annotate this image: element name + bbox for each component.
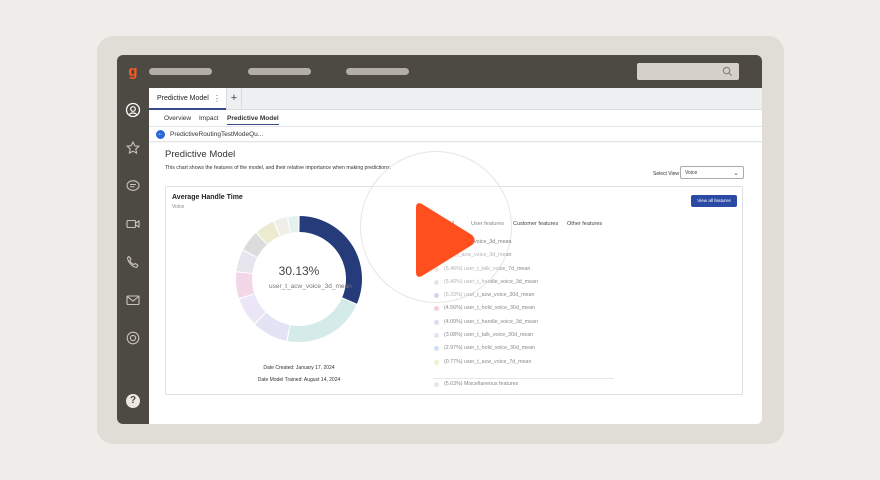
chat-icon[interactable] bbox=[125, 178, 141, 194]
tab-menu-icon[interactable]: ⋮ bbox=[213, 94, 221, 103]
feature-label: (4.56%) user_t_hold_voice_30d_mean bbox=[444, 305, 535, 312]
mail-icon[interactable] bbox=[125, 292, 141, 308]
tab-label: Predictive Model bbox=[157, 95, 209, 102]
feature-color-dot bbox=[434, 359, 439, 365]
feature-tab-other[interactable]: Other features bbox=[567, 221, 602, 227]
donut-center-percent: 30.13% bbox=[278, 264, 320, 278]
select-view-label: Select View bbox=[653, 171, 680, 177]
breadcrumb: ← PredictiveRoutingTestModeQu... bbox=[149, 127, 762, 142]
feature-label: (2.97%) user_t_hold_voice_30d_mean bbox=[444, 345, 535, 352]
add-tab-button[interactable]: + bbox=[226, 88, 242, 110]
phone-icon[interactable] bbox=[125, 254, 141, 270]
top-bar: g bbox=[117, 55, 762, 88]
search-icon bbox=[722, 66, 733, 77]
page-description: This chart shows the features of the mod… bbox=[165, 165, 392, 171]
donut-center-label: user_t_acw_voice_3d_mean bbox=[269, 283, 352, 290]
view-all-features-button[interactable]: View all features bbox=[691, 195, 737, 207]
card-subtitle: Voice bbox=[172, 204, 185, 210]
feature-donut-chart bbox=[236, 216, 362, 342]
subtab-overview[interactable]: Overview bbox=[164, 115, 191, 122]
play-icon[interactable] bbox=[412, 198, 478, 282]
donut-slice[interactable] bbox=[287, 298, 357, 342]
feature-color-dot bbox=[434, 346, 439, 352]
genesys-logo-icon: g bbox=[128, 63, 138, 80]
workspace-tab-bar: Predictive Model ⋮ + bbox=[149, 88, 762, 110]
video-icon[interactable] bbox=[125, 216, 141, 232]
help-button[interactable]: ? bbox=[126, 394, 140, 408]
donut-slice[interactable] bbox=[288, 216, 299, 233]
profile-icon[interactable] bbox=[125, 102, 141, 118]
date-trained: Date Model Trained: August 14, 2024 bbox=[257, 377, 341, 383]
feature-list-item[interactable]: (3.08%) user_t_talk_voice_30d_mean bbox=[434, 331, 634, 344]
subtab-predictive-model[interactable]: Predictive Model bbox=[227, 115, 279, 125]
feature-color-dot bbox=[434, 319, 439, 325]
subtabs: Overview Impact Predictive Model bbox=[149, 110, 762, 127]
card-title: Average Handle Time bbox=[172, 194, 243, 201]
feature-tab-customer[interactable]: Customer features bbox=[513, 221, 558, 227]
search-input[interactable] bbox=[637, 63, 739, 80]
support-icon[interactable] bbox=[125, 330, 141, 346]
subtab-impact[interactable]: Impact bbox=[199, 115, 219, 122]
nav-placeholder-2[interactable] bbox=[248, 68, 311, 75]
feature-label: (0.77%) user_t_acw_voice_7d_mean bbox=[444, 358, 532, 365]
select-view-value: Voice bbox=[685, 170, 698, 176]
chevron-down-icon: ⌄ bbox=[733, 170, 739, 177]
select-view-dropdown[interactable]: Voice ⌄ bbox=[680, 166, 744, 179]
date-created: Date Created: January 17, 2024 bbox=[263, 365, 335, 371]
feature-list-item[interactable]: (0.77%) user_t_acw_voice_7d_mean bbox=[434, 358, 634, 371]
page-title: Predictive Model bbox=[165, 149, 236, 160]
misc-label: (5.63%) Miscellaneous features bbox=[444, 381, 519, 387]
feature-color-dot bbox=[434, 333, 439, 339]
star-icon[interactable] bbox=[125, 140, 141, 156]
feature-label: (4.09%) user_t_handle_voice_3d_mean bbox=[444, 318, 538, 325]
nav-placeholder-1[interactable] bbox=[149, 68, 212, 75]
feature-list-item[interactable]: (4.09%) user_t_handle_voice_3d_mean bbox=[434, 318, 634, 331]
feature-list-item[interactable]: (4.56%) user_t_hold_voice_30d_mean bbox=[434, 304, 634, 317]
back-arrow-icon[interactable]: ← bbox=[156, 130, 165, 139]
feature-list-item[interactable]: (2.97%) user_t_hold_voice_30d_mean bbox=[434, 344, 634, 357]
misc-dot bbox=[434, 382, 439, 387]
feature-color-dot bbox=[434, 306, 439, 312]
nav-placeholder-3[interactable] bbox=[346, 68, 409, 75]
sidebar: ? bbox=[117, 88, 149, 424]
misc-features-item[interactable]: (5.63%) Miscellaneous features bbox=[434, 378, 614, 387]
tab-predictive-model[interactable]: Predictive Model ⋮ bbox=[149, 88, 226, 110]
breadcrumb-text[interactable]: PredictiveRoutingTestModeQu... bbox=[170, 131, 263, 138]
feature-label: (3.08%) user_t_talk_voice_30d_mean bbox=[444, 332, 534, 339]
